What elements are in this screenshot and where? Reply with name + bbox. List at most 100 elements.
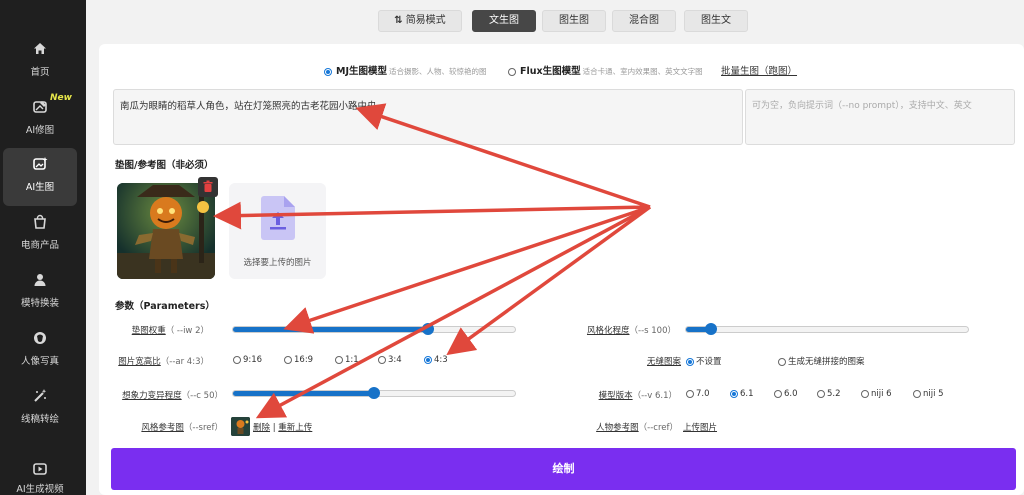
version-option-6-1[interactable]: 6.1 — [730, 389, 754, 399]
sidebar-item-label: 线稿转绘 — [20, 414, 59, 425]
model-option-mj[interactable]: MJ生图模型 适合摄影、人物、较惊艳的图 — [324, 63, 487, 77]
model-title: MJ生图模型 — [336, 66, 387, 77]
radio-ar-1-1[interactable] — [335, 355, 343, 364]
radio-mj[interactable] — [324, 67, 332, 76]
version-option-7-0[interactable]: 7.0 — [686, 389, 710, 399]
ar-option-label: 16:9 — [294, 355, 314, 365]
ar-option-9-16[interactable]: 9:16 — [233, 355, 262, 365]
radio-tile-none[interactable] — [686, 357, 694, 366]
radio-version-6-0[interactable] — [774, 389, 782, 398]
tile-label: 无缝图案 — [647, 355, 681, 367]
iw-hint: （ --iw 2） — [165, 326, 209, 336]
upload-label: 选择要上传的图片 — [243, 258, 312, 268]
sidebar-item-home[interactable]: 首页 — [3, 33, 77, 91]
radio-version-niji-5[interactable] — [913, 389, 921, 398]
stylize-label: 风格化程度（--s 100） — [587, 324, 676, 336]
batch-generate-link[interactable]: 批量生图（跑图） — [721, 63, 797, 77]
ar-option-4-3[interactable]: 4:3 — [424, 355, 448, 365]
version-option-label: niji 5 — [923, 389, 944, 399]
tile-option-label: 不设置 — [696, 357, 722, 367]
version-option-label: 6.1 — [740, 389, 754, 399]
tile-option-none[interactable]: 不设置 — [686, 355, 722, 367]
sref-reupload-link[interactable]: 重新上传 — [278, 423, 312, 433]
version-label: 模型版本（--v 6.1） — [599, 389, 677, 401]
sidebar-item-ai-video[interactable]: AI生成视频 — [3, 452, 77, 495]
ref-section-label: 垫图/参考图（非必须） — [115, 160, 214, 171]
sref-delete-link[interactable]: 删除 — [253, 423, 270, 433]
version-label-text: 模型版本 — [598, 391, 633, 401]
radio-ar-9-16[interactable] — [233, 355, 241, 364]
sidebar-item-portrait[interactable]: 人像写真 — [3, 322, 77, 380]
radio-ar-16-9[interactable] — [284, 355, 292, 364]
radio-version-7-0[interactable] — [686, 389, 694, 398]
version-hint: （--v 6.1） — [632, 391, 677, 401]
model-title: Flux生图模型 — [520, 66, 581, 77]
chaos-slider[interactable] — [232, 387, 516, 399]
ar-label: 图片宽高比（--ar 4:3） — [118, 355, 209, 367]
radio-ar-4-3[interactable] — [424, 355, 432, 364]
version-option-6-0[interactable]: 6.0 — [774, 389, 798, 399]
params-section-label: 参数（Parameters） — [115, 301, 215, 312]
negative-prompt-input[interactable]: 可为空，负向提示词（--no prompt），支持中文、英文 — [745, 89, 1015, 145]
tab-label: 简易模式 — [405, 15, 446, 26]
generate-button[interactable]: 绘制 — [111, 448, 1016, 490]
sidebar-item-label: AI生成视频 — [16, 484, 64, 495]
chaos-label-text: 想象力变异程度 — [122, 391, 182, 401]
version-option-5-2[interactable]: 5.2 — [817, 389, 841, 399]
stylize-hint: （--s 100） — [629, 326, 677, 336]
tab-simple-mode[interactable]: ⇅ 简易模式 — [378, 10, 462, 32]
radio-tile-seamless[interactable] — [778, 357, 786, 366]
iw-slider[interactable] — [232, 323, 516, 335]
tile-label-text: 无缝图案 — [646, 357, 681, 367]
model-desc: 适合卡通、室内效果图、英文文字图 — [582, 67, 703, 76]
ar-option-16-9[interactable]: 16:9 — [284, 355, 313, 365]
upload-file-icon — [261, 196, 295, 240]
sidebar: 首页 New AI修图 AI生图 电商产品 模特换装 人像写真 线稿转绘 AI生… — [0, 0, 86, 495]
swap-icon: ⇅ — [394, 15, 403, 26]
shopping-bag-icon — [32, 214, 48, 230]
tab-img2img[interactable]: 图生图 — [542, 10, 606, 32]
sidebar-item-model-outfit[interactable]: 模特换装 — [3, 264, 77, 322]
sidebar-item-label: 首页 — [30, 67, 50, 78]
ar-option-3-4[interactable]: 3:4 — [378, 355, 402, 365]
radio-flux[interactable] — [508, 67, 516, 76]
video-icon — [32, 461, 48, 477]
tab-img2text[interactable]: 图生文 — [684, 10, 748, 32]
sidebar-item-ai-retouch[interactable]: New AI修图 — [3, 91, 77, 149]
model-option-flux[interactable]: Flux生图模型 适合卡通、室内效果图、英文文字图 — [508, 63, 703, 77]
stylize-label-text: 风格化程度 — [586, 326, 630, 336]
stylize-slider[interactable] — [685, 323, 969, 335]
ar-option-1-1[interactable]: 1:1 — [335, 355, 359, 365]
tab-blend[interactable]: 混合图 — [612, 10, 676, 32]
sidebar-item-sketch[interactable]: 线稿转绘 — [3, 380, 77, 438]
image-generate-icon — [32, 156, 48, 172]
radio-ar-3-4[interactable] — [378, 355, 386, 364]
sref-actions: 删除 | 重新上传 — [253, 421, 312, 433]
radio-version-niji-6[interactable] — [861, 389, 869, 398]
reference-image — [117, 183, 215, 279]
chaos-label: 想象力变异程度（--c 50） — [122, 389, 223, 401]
sref-hint: （--sref） — [183, 423, 223, 433]
chaos-slider-fill — [233, 391, 374, 396]
chaos-slider-thumb[interactable] — [368, 387, 380, 399]
version-option-niji-5[interactable]: niji 5 — [913, 389, 944, 399]
tab-text2img[interactable]: 文生图 — [472, 10, 536, 32]
sidebar-item-ai-generate[interactable]: AI生图 — [3, 148, 77, 206]
iw-slider-thumb[interactable] — [421, 323, 434, 335]
portrait-icon — [32, 330, 48, 346]
radio-version-5-2[interactable] — [817, 389, 825, 398]
ar-option-label: 4:3 — [434, 355, 448, 365]
sidebar-item-ecommerce[interactable]: 电商产品 — [3, 206, 77, 264]
delete-image-button[interactable] — [198, 177, 218, 197]
version-option-label: 5.2 — [827, 389, 841, 399]
cref-upload-link[interactable]: 上传图片 — [683, 423, 717, 433]
cref-label-text: 人物参考图 — [596, 423, 639, 433]
iw-label-text: 垫图权重 — [131, 326, 166, 336]
version-option-niji-6[interactable]: niji 6 — [861, 389, 892, 399]
tile-option-seamless[interactable]: 生成无缝拼接的图案 — [778, 355, 865, 367]
radio-version-6-1[interactable] — [730, 389, 738, 398]
prompt-input[interactable]: 南瓜为眼睛的稻草人角色，站在灯笼照亮的古老花园小路中央 — [113, 89, 743, 145]
image-upload-area[interactable]: 选择要上传的图片 — [229, 183, 326, 279]
sketch-magic-icon — [32, 388, 48, 404]
ar-option-label: 1:1 — [345, 355, 359, 365]
